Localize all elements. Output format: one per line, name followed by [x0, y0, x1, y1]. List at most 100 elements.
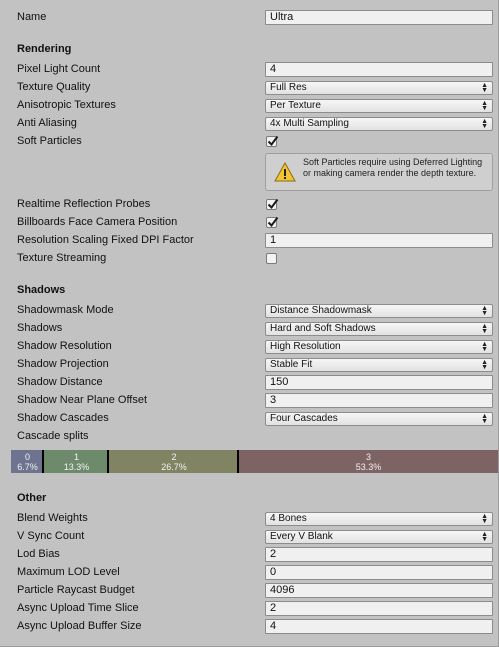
vsync-count-dropdown[interactable]: Every V Blank ▲ ▼	[265, 530, 493, 544]
blend-weights-dropdown[interactable]: 4 Bones ▲ ▼	[265, 512, 493, 526]
particle-raycast-budget-field[interactable]: 4096	[265, 583, 493, 598]
resolution-scaling-field[interactable]: 1	[265, 233, 493, 248]
shadow-resolution-label: Shadow Resolution	[17, 340, 112, 352]
shadowmask-mode-label: Shadowmask Mode	[17, 304, 114, 316]
anisotropic-textures-value: Per Texture	[270, 100, 321, 111]
async-upload-buffer-size-label: Async Upload Buffer Size	[17, 620, 142, 632]
anti-aliasing-row: Anti Aliasing 4x Multi Sampling ▲ ▼	[0, 115, 499, 133]
shadow-near-plane-offset-field[interactable]: 3	[265, 393, 493, 408]
resolution-scaling-row: Resolution Scaling Fixed DPI Factor 1	[0, 232, 499, 250]
name-field[interactable]: Ultra	[265, 10, 493, 25]
pixel-light-count-row: Pixel Light Count 4	[0, 61, 499, 79]
cascade-splits-label: Cascade splits	[17, 430, 89, 442]
async-upload-buffer-size-field[interactable]: 4	[265, 619, 493, 634]
texture-quality-value: Full Res	[270, 82, 307, 93]
resolution-scaling-label: Resolution Scaling Fixed DPI Factor	[17, 234, 194, 246]
shadow-distance-field[interactable]: 150	[265, 375, 493, 390]
async-upload-time-slice-label: Async Upload Time Slice	[17, 602, 139, 614]
cascade-split-index: 0	[24, 452, 30, 462]
soft-particles-label: Soft Particles	[17, 135, 82, 147]
texture-quality-row: Texture Quality Full Res ▲ ▼	[0, 79, 499, 97]
dropdown-arrow-icon: ▲ ▼	[481, 305, 488, 317]
vsync-count-label: V Sync Count	[17, 530, 85, 542]
realtime-reflection-probes-label: Realtime Reflection Probes	[17, 198, 151, 210]
lod-bias-field[interactable]: 2	[265, 547, 493, 562]
texture-quality-label: Texture Quality	[17, 81, 91, 93]
soft-particles-help-text: Soft Particles require using Deferred Li…	[303, 157, 483, 178]
cascade-split-percent: 6.7%	[17, 462, 38, 472]
checkmark-icon	[267, 135, 279, 147]
shadowmask-mode-row: Shadowmask Mode Distance Shadowmask ▲ ▼	[0, 302, 499, 320]
shadowmask-mode-dropdown[interactable]: Distance Shadowmask ▲ ▼	[265, 304, 493, 318]
shadows-label: Shadows	[17, 322, 63, 334]
dropdown-arrow-icon: ▲ ▼	[481, 341, 488, 353]
maximum-lod-level-field[interactable]: 0	[265, 565, 493, 580]
quality-settings-panel: Name Ultra Rendering Pixel Light Count 4…	[0, 0, 499, 647]
texture-streaming-row: Texture Streaming	[0, 250, 499, 268]
anisotropic-textures-dropdown[interactable]: Per Texture ▲ ▼	[265, 99, 493, 113]
shadow-cascades-value: Four Cascades	[270, 413, 338, 424]
shadow-near-plane-offset-row: Shadow Near Plane Offset 3	[0, 392, 499, 410]
shadowmask-mode-value: Distance Shadowmask	[270, 305, 372, 316]
cascade-split-index: 1	[73, 452, 79, 462]
vsync-count-value: Every V Blank	[270, 531, 333, 542]
cascade-split-percent: 53.3%	[355, 462, 382, 472]
shadow-cascades-label: Shadow Cascades	[17, 412, 109, 424]
dropdown-arrow-icon: ▲ ▼	[481, 82, 488, 94]
cascade-split-1: 1 13.3%	[44, 450, 109, 473]
async-upload-time-slice-row: Async Upload Time Slice 2	[0, 600, 499, 618]
dropdown-arrow-icon: ▲ ▼	[481, 413, 488, 425]
cascade-split-index: 3	[365, 452, 371, 462]
cascade-splits-bar[interactable]: 0 6.7% 1 13.3% 2 26.7% 3 53.3%	[11, 450, 498, 473]
shadow-projection-value: Stable Fit	[270, 359, 313, 370]
realtime-reflection-probes-checkbox[interactable]	[266, 198, 279, 210]
anti-aliasing-value: 4x Multi Sampling	[270, 118, 349, 129]
shadow-cascades-dropdown[interactable]: Four Cascades ▲ ▼	[265, 412, 493, 426]
texture-streaming-checkbox[interactable]	[266, 253, 277, 264]
async-upload-buffer-size-row: Async Upload Buffer Size 4	[0, 618, 499, 636]
texture-streaming-label: Texture Streaming	[17, 252, 107, 264]
particle-raycast-budget-row: Particle Raycast Budget 4096	[0, 582, 499, 600]
lod-bias-label: Lod Bias	[17, 548, 60, 560]
dropdown-arrow-icon: ▲ ▼	[481, 118, 488, 130]
particle-raycast-budget-label: Particle Raycast Budget	[17, 584, 135, 596]
shadow-projection-dropdown[interactable]: Stable Fit ▲ ▼	[265, 358, 493, 372]
soft-particles-row: Soft Particles	[0, 133, 499, 151]
vsync-count-row: V Sync Count Every V Blank ▲ ▼	[0, 528, 499, 546]
blend-weights-label: Blend Weights	[17, 512, 88, 524]
maximum-lod-level-row: Maximum LOD Level 0	[0, 564, 499, 582]
cascade-splits-row: Cascade splits	[0, 428, 499, 446]
dropdown-arrow-icon: ▲ ▼	[481, 323, 488, 335]
shadow-resolution-value: High Resolution	[270, 341, 341, 352]
billboards-face-camera-label: Billboards Face Camera Position	[17, 216, 178, 228]
cascade-split-0: 0 6.7%	[11, 450, 44, 473]
cascade-split-percent: 13.3%	[63, 462, 90, 472]
shadows-header: Shadows	[17, 284, 66, 296]
name-label: Name	[17, 11, 47, 23]
cascade-split-index: 2	[171, 452, 177, 462]
anti-aliasing-dropdown[interactable]: 4x Multi Sampling ▲ ▼	[265, 117, 493, 131]
checkmark-icon	[267, 216, 279, 228]
pixel-light-count-label: Pixel Light Count	[17, 63, 101, 75]
lod-bias-row: Lod Bias 2	[0, 546, 499, 564]
shadow-distance-row: Shadow Distance 150	[0, 374, 499, 392]
shadows-value: Hard and Soft Shadows	[270, 323, 376, 334]
blend-weights-row: Blend Weights 4 Bones ▲ ▼	[0, 510, 499, 528]
name-row: Name Ultra	[0, 9, 499, 27]
blend-weights-value: 4 Bones	[270, 513, 307, 524]
async-upload-time-slice-field[interactable]: 2	[265, 601, 493, 616]
maximum-lod-level-label: Maximum LOD Level	[17, 566, 120, 578]
cascade-split-2: 2 26.7%	[109, 450, 239, 473]
cascade-split-percent: 26.7%	[161, 462, 187, 472]
soft-particles-checkbox[interactable]	[266, 135, 279, 147]
shadows-row: Shadows Hard and Soft Shadows ▲ ▼	[0, 320, 499, 338]
dropdown-arrow-icon: ▲ ▼	[481, 513, 488, 525]
pixel-light-count-field[interactable]: 4	[265, 62, 493, 77]
shadow-near-plane-offset-label: Shadow Near Plane Offset	[17, 394, 148, 406]
texture-quality-dropdown[interactable]: Full Res ▲ ▼	[265, 81, 493, 95]
cascade-split-3: 3 53.3%	[239, 450, 498, 473]
billboards-face-camera-checkbox[interactable]	[266, 216, 279, 228]
shadow-projection-label: Shadow Projection	[17, 358, 109, 370]
shadows-dropdown[interactable]: Hard and Soft Shadows ▲ ▼	[265, 322, 493, 336]
shadow-resolution-dropdown[interactable]: High Resolution ▲ ▼	[265, 340, 493, 354]
